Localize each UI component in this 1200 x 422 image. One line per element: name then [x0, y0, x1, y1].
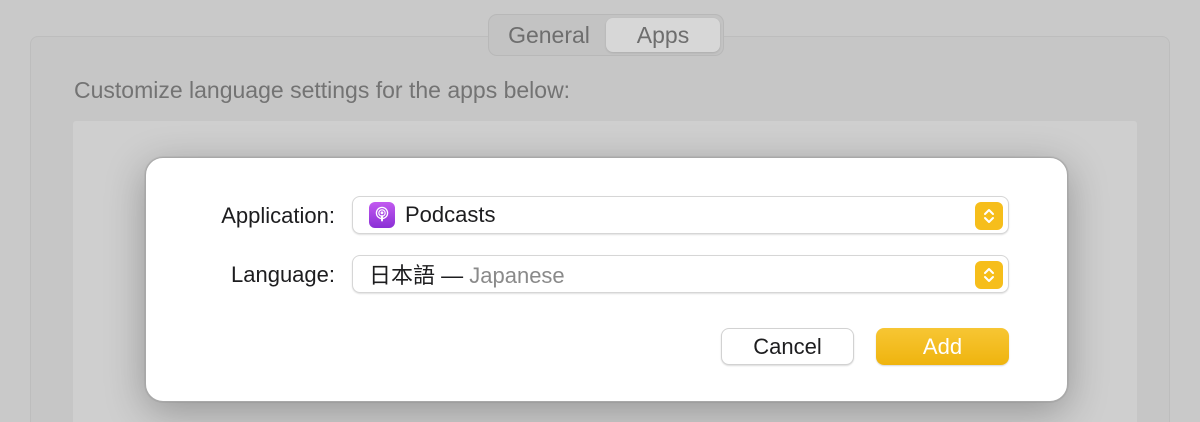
tab-apps[interactable]: Apps	[606, 18, 720, 52]
podcasts-app-icon	[369, 202, 395, 228]
tab-general[interactable]: General	[492, 18, 606, 52]
add-app-language-sheet: Application: Podcasts Language: 日本語 — Ja…	[145, 157, 1068, 402]
application-label: Application:	[221, 203, 335, 228]
language-english-name: Japanese	[469, 263, 565, 288]
application-value: Podcasts	[405, 202, 496, 227]
language-value: 日本語 — Japanese	[369, 258, 565, 290]
application-popup[interactable]: Podcasts	[352, 196, 1009, 234]
language-label: Language:	[231, 262, 335, 287]
segmented-control: General Apps	[488, 14, 724, 56]
apps-description: Customize language settings for the apps…	[74, 77, 571, 103]
add-button[interactable]: Add	[876, 328, 1009, 365]
chevron-updown-icon	[975, 261, 1003, 289]
chevron-updown-icon	[975, 202, 1003, 230]
cancel-button[interactable]: Cancel	[721, 328, 854, 365]
language-native-name: 日本語 —	[369, 263, 464, 288]
language-popup[interactable]: 日本語 — Japanese	[352, 255, 1009, 293]
